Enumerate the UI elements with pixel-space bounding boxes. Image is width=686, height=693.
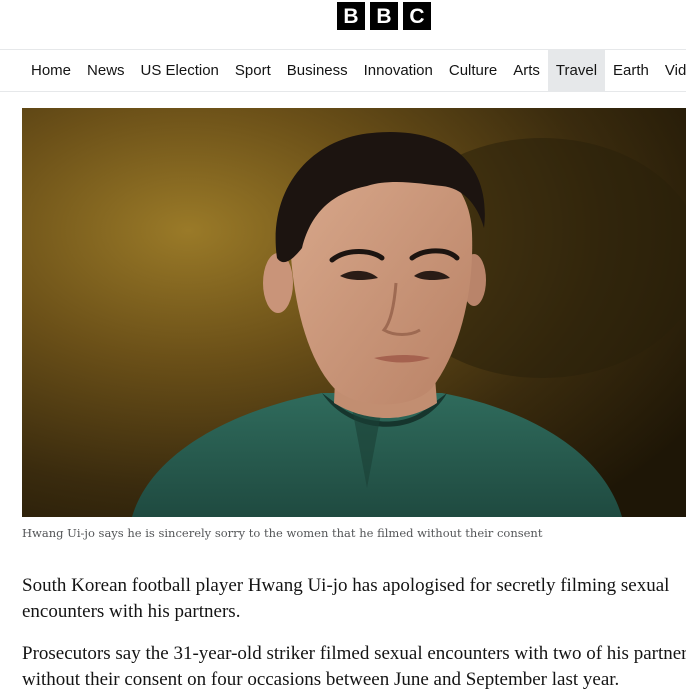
article-paragraph-2: Prosecutors say the 31-year-old striker … <box>22 643 686 690</box>
logo-letter-b1: B <box>337 2 365 30</box>
main-navigation: Home News US Election Sport Business Inn… <box>0 50 686 92</box>
nav-item-us-election[interactable]: US Election <box>133 50 227 91</box>
nav-item-culture[interactable]: Culture <box>441 50 505 91</box>
nav-item-innovation[interactable]: Innovation <box>356 50 441 91</box>
masthead: B B C <box>0 0 686 50</box>
nav-item-video[interactable]: Video <box>657 50 686 91</box>
nav-item-earth[interactable]: Earth <box>605 50 657 91</box>
nav-item-arts[interactable]: Arts <box>505 50 548 91</box>
nav-item-news[interactable]: News <box>79 50 133 91</box>
logo-letter-b2: B <box>370 2 398 30</box>
nav-item-home[interactable]: Home <box>23 50 79 91</box>
logo-letter-c: C <box>403 2 431 30</box>
bbc-logo[interactable]: B B C <box>337 2 431 30</box>
article-paragraph-1: South Korean football player Hwang Ui-jo… <box>22 575 670 622</box>
article-hero-photo <box>22 108 686 517</box>
nav-item-business[interactable]: Business <box>279 50 356 91</box>
nav-item-travel[interactable]: Travel <box>547 50 606 91</box>
nav-list: Home News US Election Sport Business Inn… <box>0 50 686 91</box>
nav-item-sport[interactable]: Sport <box>227 50 279 91</box>
image-caption: Hwang Ui-jo says he is sincerely sorry t… <box>22 526 543 540</box>
player-portrait-illustration <box>22 108 686 517</box>
